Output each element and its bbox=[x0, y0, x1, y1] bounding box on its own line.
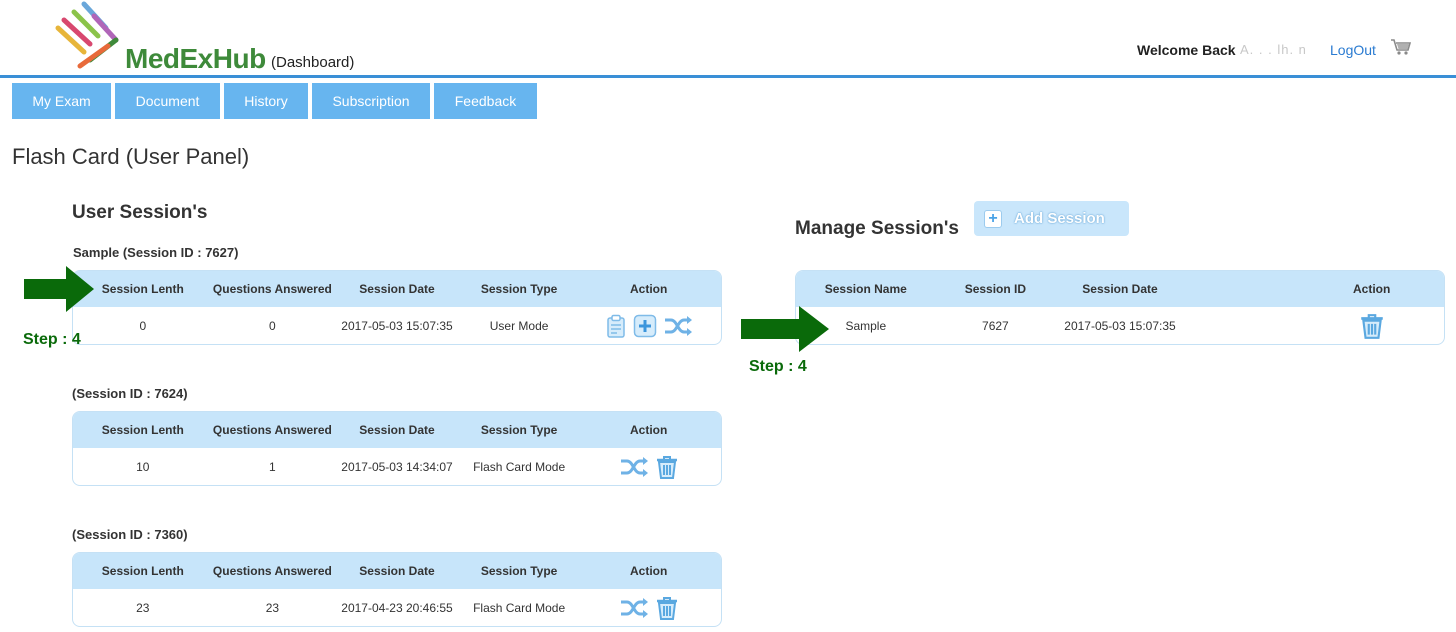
session-type: Flash Card Mode bbox=[473, 601, 566, 615]
session-type: User Mode bbox=[489, 319, 549, 333]
trash-icon[interactable] bbox=[655, 454, 679, 480]
session-label: Sample (Session ID : 7627) bbox=[73, 245, 239, 260]
col-action: Action bbox=[630, 282, 668, 296]
plus-icon: + bbox=[984, 209, 1002, 228]
nav-feedback[interactable]: Feedback bbox=[434, 83, 537, 119]
col-action: Action bbox=[630, 423, 668, 437]
session-label: (Session ID : 7360) bbox=[72, 527, 188, 542]
manage-session-table: Session Name Session ID Session Date Act… bbox=[795, 270, 1445, 345]
questions-answered: 0 bbox=[269, 319, 276, 333]
nav-history[interactable]: History bbox=[224, 83, 308, 119]
session-length: 23 bbox=[136, 601, 150, 615]
manage-sessions-title: Manage Session's bbox=[795, 218, 959, 239]
action-cell bbox=[576, 595, 721, 621]
action-cell bbox=[576, 314, 721, 338]
col-session-date: Session Date bbox=[1082, 282, 1158, 296]
session-date: 2017-04-23 20:46:55 bbox=[341, 601, 453, 615]
col-session-type: Session Type bbox=[480, 282, 558, 296]
action-cell bbox=[576, 454, 721, 480]
session-date: 2017-05-03 15:07:35 bbox=[1064, 319, 1176, 333]
user-sessions-title: User Session's bbox=[72, 202, 208, 223]
col-session-date: Session Date bbox=[359, 423, 435, 437]
step-label: Step : 4 bbox=[23, 331, 81, 348]
brand-name: MedExHub bbox=[125, 43, 266, 74]
add-icon[interactable] bbox=[633, 314, 657, 338]
session-table: Session Lenth Questions Answered Session… bbox=[72, 270, 722, 345]
session-type: Flash Card Mode bbox=[473, 460, 566, 474]
step-arrow-icon bbox=[24, 266, 94, 312]
welcome-text: Welcome Back bbox=[1137, 42, 1236, 58]
shuffle-icon[interactable] bbox=[663, 315, 693, 337]
action-cell bbox=[1299, 312, 1444, 340]
add-session-button[interactable]: + Add Session bbox=[974, 201, 1129, 236]
step-arrow-icon bbox=[741, 306, 829, 352]
session-table: Session Lenth Questions Answered Session… bbox=[72, 411, 722, 486]
col-session-name: Session Name bbox=[824, 282, 907, 296]
col-action: Action bbox=[630, 564, 668, 578]
col-questions-answered: Questions Answered bbox=[212, 423, 332, 437]
questions-answered: 23 bbox=[265, 601, 280, 615]
table-header: Session Lenth Questions Answered Session… bbox=[73, 271, 721, 307]
trash-icon[interactable] bbox=[655, 595, 679, 621]
table-row: 0 0 2017-05-03 15:07:35 User Mode bbox=[73, 307, 721, 344]
cart-icon[interactable] bbox=[1390, 38, 1412, 56]
add-session-label: Add Session bbox=[1014, 210, 1105, 227]
session-length: 0 bbox=[139, 319, 147, 333]
col-session-id: Session ID bbox=[964, 282, 1027, 296]
table-row: 23 23 2017-04-23 20:46:55 Flash Card Mod… bbox=[73, 589, 721, 626]
trash-icon[interactable] bbox=[1359, 312, 1385, 340]
col-action: Action bbox=[1353, 282, 1391, 296]
table-header: Session Name Session ID Session Date Act… bbox=[796, 271, 1444, 307]
books-logo-icon bbox=[55, 1, 119, 69]
table-header: Session Lenth Questions Answered Session… bbox=[73, 553, 721, 589]
col-session-type: Session Type bbox=[480, 564, 558, 578]
session-label: (Session ID : 7624) bbox=[72, 386, 188, 401]
page-title: Flash Card (User Panel) bbox=[12, 144, 250, 169]
brand-subtitle: (Dashboard) bbox=[271, 54, 355, 71]
logout-link[interactable]: LogOut bbox=[1330, 42, 1376, 58]
table-row: 10 1 2017-05-03 14:34:07 Flash Card Mode bbox=[73, 448, 721, 485]
session-id: 7627 bbox=[982, 319, 1009, 333]
col-questions-answered: Questions Answered bbox=[212, 282, 332, 296]
col-session-type: Session Type bbox=[480, 423, 558, 437]
session-date: 2017-05-03 15:07:35 bbox=[341, 319, 453, 333]
table-row: Sample 7627 2017-05-03 15:07:35 bbox=[796, 307, 1444, 344]
col-session-date: Session Date bbox=[359, 282, 435, 296]
session-table: Session Lenth Questions Answered Session… bbox=[72, 552, 722, 627]
shuffle-icon[interactable] bbox=[619, 597, 649, 619]
user-name: A. . . lh. n bbox=[1240, 42, 1307, 57]
step-label: Step : 4 bbox=[749, 358, 807, 375]
session-date: 2017-05-03 14:34:07 bbox=[341, 460, 453, 474]
main-nav: My Exam Document History Subscription Fe… bbox=[12, 83, 537, 119]
session-length: 10 bbox=[136, 460, 150, 474]
col-session-length: Session Lenth bbox=[101, 423, 184, 437]
col-session-date: Session Date bbox=[359, 564, 435, 578]
questions-answered: 1 bbox=[269, 460, 276, 474]
shuffle-icon[interactable] bbox=[619, 456, 649, 478]
nav-subscription[interactable]: Subscription bbox=[312, 83, 430, 119]
nav-my-exam[interactable]: My Exam bbox=[12, 83, 111, 119]
table-header: Session Lenth Questions Answered Session… bbox=[73, 412, 721, 448]
app-header: MedExHub (Dashboard) Welcome Back A. . .… bbox=[0, 0, 1456, 78]
clipboard-icon[interactable] bbox=[605, 314, 627, 338]
nav-document[interactable]: Document bbox=[115, 83, 220, 119]
col-session-length: Session Lenth bbox=[101, 564, 184, 578]
col-questions-answered: Questions Answered bbox=[212, 564, 332, 578]
